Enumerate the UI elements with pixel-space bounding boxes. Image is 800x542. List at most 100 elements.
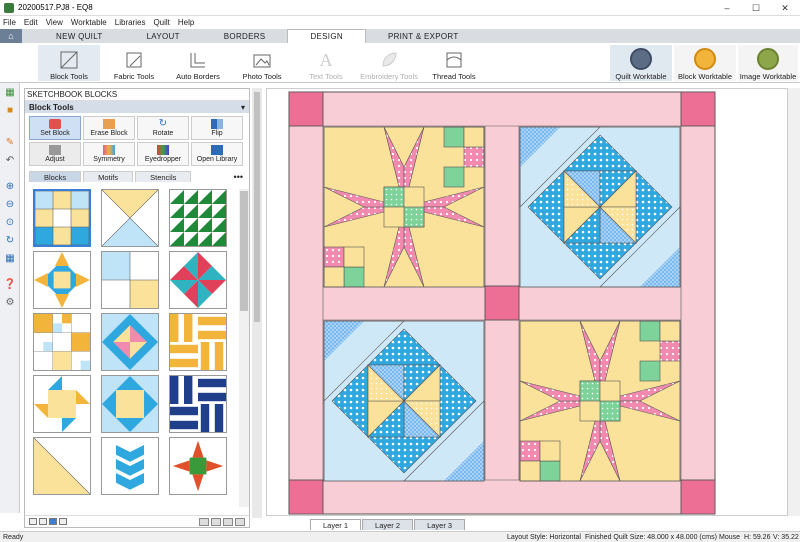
block-thumbnail[interactable] [169,189,227,247]
embroidery-tools-button[interactable]: Embroidery Tools [358,45,420,81]
block-thumbnail[interactable] [33,251,91,309]
home-icon[interactable]: ⌂ [0,29,22,43]
fabric-library-icon[interactable]: ■ [0,101,20,119]
rotate-button[interactable]: ↻ Rotate [137,116,189,140]
view-large-icon[interactable] [49,518,57,525]
eyedropper-button[interactable]: Eyedropper [137,142,189,166]
image-worktable-button[interactable]: Image Worktable [738,45,798,81]
status-finished-size: Finished Quilt Size: 48.000 x 48.000 (cm… [585,533,717,541]
layer-tab-1[interactable]: Layer 1 [310,519,362,530]
text-tools-button[interactable]: A Text Tools [300,45,352,82]
collapse-icon[interactable]: ▾ [241,103,245,112]
minimize-button[interactable]: – [712,0,742,16]
tab-borders[interactable]: BORDERS [202,29,288,43]
next-page-icon[interactable] [223,517,233,526]
set-block-button[interactable]: Set Block [29,116,81,140]
canvas-scrollbar[interactable] [788,88,800,516]
subtab-stencils[interactable]: Stencils [135,171,192,182]
gear-icon[interactable]: ⚙ [0,293,20,311]
block-thumbnail[interactable] [33,189,91,247]
block-thumbnail[interactable] [33,313,91,371]
block-thumbnail[interactable] [169,437,227,495]
tab-print-export[interactable]: PRINT & EXPORT [366,29,481,43]
status-h: H: 59.26 [744,533,771,541]
view-list-icon[interactable] [59,518,67,525]
zoom-in-icon[interactable]: ⊕ [0,177,20,195]
menu-worktable[interactable]: Worktable [71,18,107,27]
image-worktable-label: Image Worktable [739,72,797,81]
status-v: V: 35.22 [773,533,799,541]
maximize-button[interactable]: ☐ [741,0,771,16]
thumbnail-scrollbar[interactable] [239,189,249,507]
block-thumbnail[interactable] [101,251,159,309]
close-button[interactable]: ✕ [770,0,800,16]
block-thumbnail[interactable] [101,375,159,433]
block-thumbnail[interactable] [169,313,227,371]
zoom-out-icon[interactable]: ⊖ [0,195,20,213]
block-thumbnail[interactable] [169,251,227,309]
block-worktable-button[interactable]: Block Worktable [674,45,736,81]
text-tools-label: Text Tools [309,72,343,81]
grid-icon[interactable]: ▦ [0,249,20,267]
block-thumbnail[interactable] [101,437,159,495]
layer-tab-2[interactable]: Layer 2 [362,519,414,530]
menu-file[interactable]: File [3,18,16,27]
block-thumbnail[interactable] [101,189,159,247]
quilt-worktable-icon [630,48,652,70]
eraser-icon [103,119,115,129]
fabric-tools-label: Fabric Tools [113,72,155,81]
subtab-blocks[interactable]: Blocks [29,171,82,182]
menu-quilt[interactable]: Quilt [153,18,169,27]
block-thumbnail[interactable] [169,375,227,433]
flip-button[interactable]: Flip [191,116,243,140]
quilt-worktable-button[interactable]: Quilt Worktable [610,45,672,81]
quilt[interactable] [288,91,716,515]
prev-page-icon[interactable] [211,517,221,526]
more-options-icon[interactable]: ••• [234,172,243,182]
thread-tools-button[interactable]: Thread Tools [428,45,480,81]
photo-tools-button[interactable]: Photo Tools [236,45,288,81]
tab-layout[interactable]: LAYOUT [125,29,202,43]
tab-design[interactable]: DESIGN [287,29,366,43]
status-layout-style: Layout Style: Horizontal [507,533,581,541]
fabric-tools-button[interactable]: Fabric Tools [108,45,160,81]
menu-libraries[interactable]: Libraries [115,18,146,27]
block-worktable-label: Block Worktable [677,72,733,81]
status-bar: Ready Layout Style: Horizontal Finished … [0,531,800,542]
menu-help[interactable]: Help [178,18,194,27]
tab-new-quilt[interactable]: NEW QUILT [34,29,125,43]
rotate-label: Rotate [152,130,174,137]
view-small-icon[interactable] [29,518,37,525]
quilt-canvas[interactable] [266,88,788,516]
zoom-fit-icon[interactable]: ⊙ [0,213,20,231]
menu-view[interactable]: View [46,18,63,27]
leaf-icon [377,50,401,70]
block-tools-button[interactable]: Block Tools [38,45,100,81]
auto-borders-button[interactable]: Auto Borders [172,45,224,81]
status-mouse: Mouse [719,533,741,541]
open-library-button[interactable]: Open Library [191,142,243,166]
menu-edit[interactable]: Edit [24,18,38,27]
eyedropper-icon [157,145,169,155]
erase-block-button[interactable]: Erase Block [83,116,135,140]
zoom-refresh-icon[interactable]: ↻ [0,231,20,249]
set-block-icon [49,119,61,129]
block-thumbnail[interactable] [101,313,159,371]
first-page-icon[interactable] [199,517,209,526]
sketchbook-icon[interactable]: ▦ [0,83,20,101]
image-worktable-icon [757,48,779,70]
adjust-button[interactable]: Adjust [29,142,81,166]
last-page-icon[interactable] [235,517,245,526]
layer-tab-3[interactable]: Layer 3 [414,519,466,530]
panel-scrollbar[interactable] [252,88,262,518]
view-medium-icon[interactable] [39,518,47,525]
block-thumbnail[interactable] [33,437,91,495]
block-thumbnail[interactable] [33,375,91,433]
pencil-icon[interactable]: ✎ [0,133,20,151]
subtab-motifs[interactable]: Motifs [83,171,134,182]
undo-icon[interactable]: ↶ [0,151,20,169]
symmetry-button[interactable]: Symmetry [83,142,135,166]
library-subtabs: Blocks Motifs Stencils ••• [29,171,249,182]
help-icon[interactable]: ❓ [0,275,20,293]
adjust-label: Adjust [45,156,65,163]
